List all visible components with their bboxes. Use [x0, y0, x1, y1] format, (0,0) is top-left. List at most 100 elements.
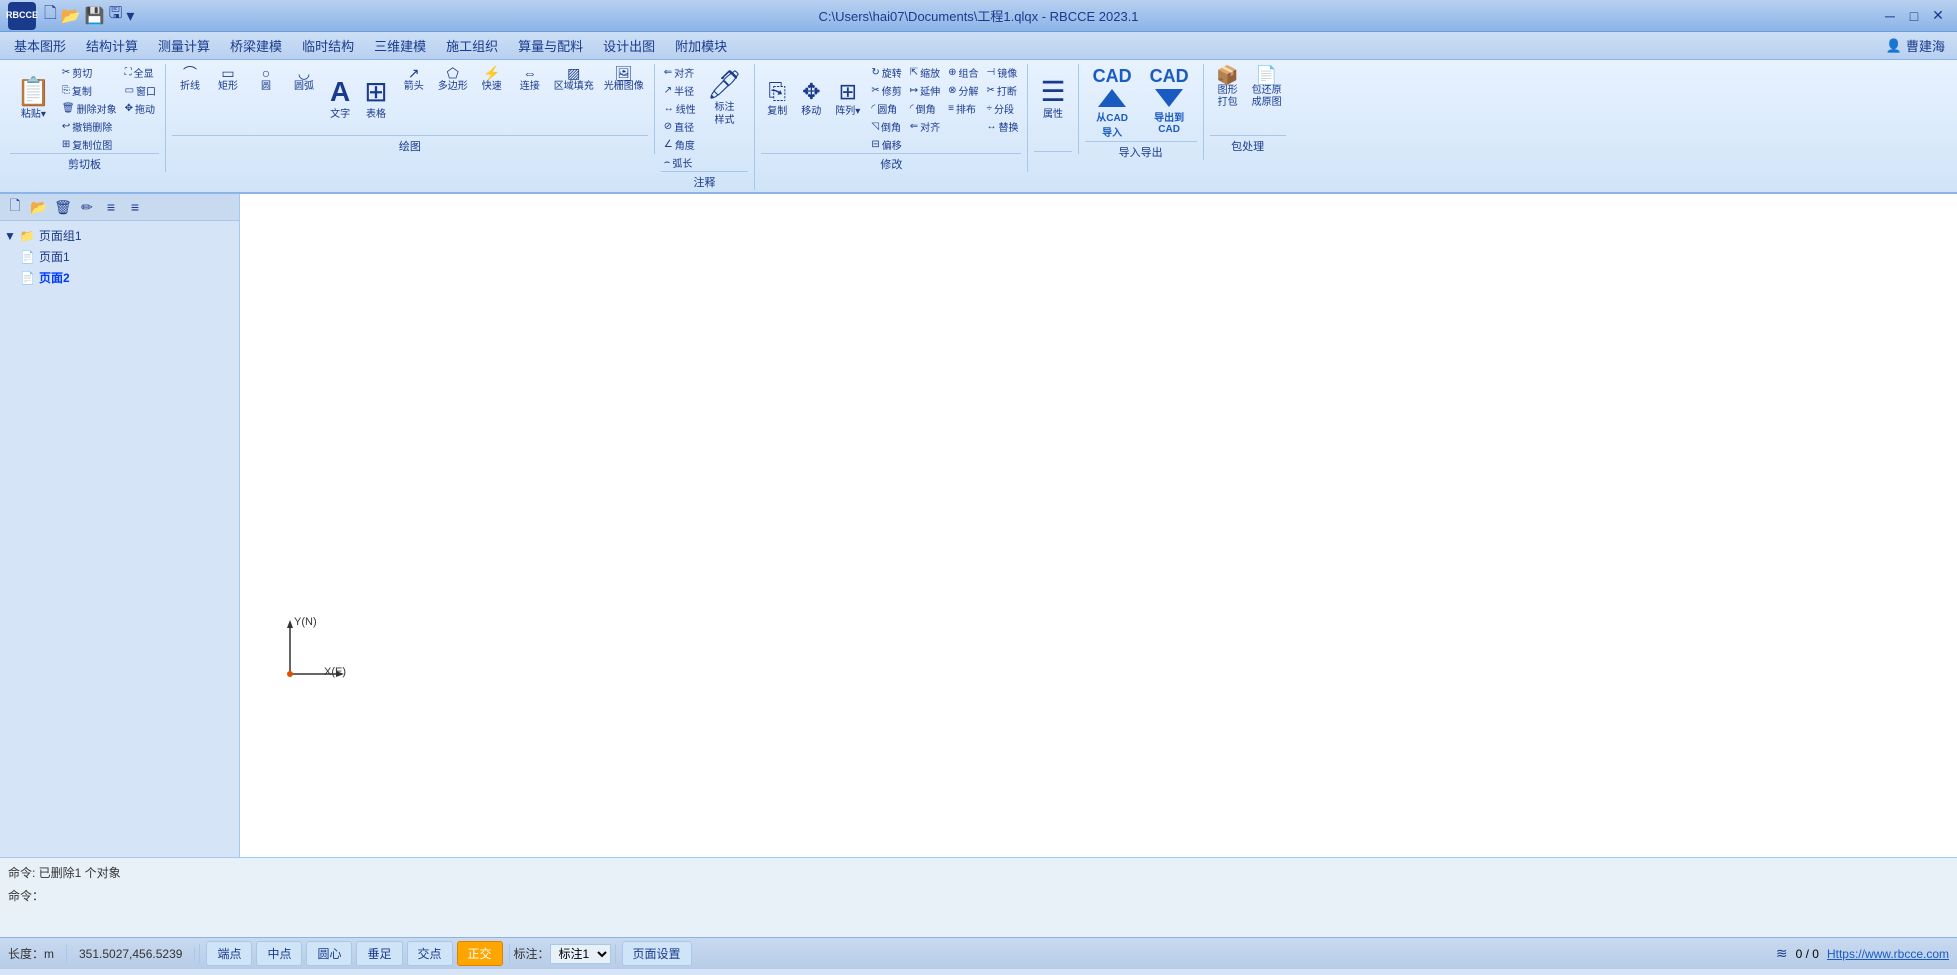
circle-button[interactable]: ○ 圆 — [248, 64, 284, 95]
new-page-btn[interactable]: 🗋 — [4, 196, 26, 218]
trim-button[interactable]: ✂ 修剪 — [868, 82, 904, 99]
canvas-area[interactable]: Y(N) X(E) — [240, 194, 1957, 857]
menu-addons[interactable]: 附加模块 — [665, 32, 737, 59]
cut-label: 剪切 — [72, 65, 92, 80]
menu-quantity[interactable]: 算量与配料 — [508, 32, 593, 59]
snap-endpoint-btn[interactable]: 端点 — [206, 941, 252, 966]
status-link[interactable]: Https://www.rbcce.com — [1827, 947, 1949, 961]
tree-root[interactable]: ▼ 📁 页面组1 — [4, 225, 235, 246]
maximize-btn[interactable]: □ — [1903, 5, 1925, 27]
indent-btn[interactable]: ≡ — [100, 196, 122, 218]
delete-obj-button[interactable]: 🗑 删除对象 — [59, 100, 120, 117]
snap-perpendicular-btn[interactable]: 垂足 — [356, 941, 402, 966]
quick-access-more[interactable]: ▾ — [126, 6, 134, 26]
save-btn[interactable]: 💾 — [85, 6, 105, 26]
decompose-button[interactable]: ⊗ 分解 — [945, 82, 981, 99]
angle-button[interactable]: ∠ 角度 — [661, 136, 699, 153]
menu-construction[interactable]: 施工组织 — [436, 32, 508, 59]
snap-intersection-btn[interactable]: 交点 — [407, 941, 453, 966]
polygon-button[interactable]: ⬠ 多边形 — [434, 64, 472, 95]
menu-struct-calc[interactable]: 结构计算 — [76, 32, 148, 59]
edit-page-btn[interactable]: ✏ — [76, 196, 98, 218]
rect-button[interactable]: ▭ 矩形 — [210, 64, 246, 95]
menu-design-output[interactable]: 设计出图 — [593, 32, 665, 59]
fillet-button[interactable]: ◜ 倒角 — [907, 100, 943, 117]
ortho-btn[interactable]: 正交 — [457, 941, 503, 966]
arc-len-button[interactable]: ⌢ 弧长 — [661, 154, 699, 171]
props-label — [1034, 151, 1071, 154]
align-annot-button[interactable]: ⇐ 对齐 — [661, 64, 699, 81]
table-button[interactable]: ⊞ 表格 — [358, 64, 393, 134]
region-fill-button[interactable]: ▨ 区域填充 — [550, 64, 598, 95]
mark-style-button[interactable]: 🖊 标注样式 — [701, 64, 749, 134]
menu-measure-calc[interactable]: 测量计算 — [148, 32, 220, 59]
extend-button[interactable]: ↦ 延伸 — [907, 82, 943, 99]
connect-button[interactable]: ⇔ 连接 — [512, 64, 548, 95]
align2-button[interactable]: ⇐ 对齐 — [907, 118, 943, 135]
tree-item-page2[interactable]: 📄 页面2 — [20, 267, 235, 288]
rotate-button[interactable]: ↻ 旋转 — [868, 64, 904, 81]
break-icon: ✂ — [986, 85, 994, 96]
pkg-button[interactable]: 📦 图形打包 — [1210, 64, 1246, 111]
page-settings-btn[interactable]: 页面设置 — [622, 941, 692, 966]
copy-mod-button[interactable]: ⎘ 复制 — [761, 64, 793, 134]
to-cad-button[interactable]: CAD 导出到CAD — [1142, 64, 1197, 137]
divide-icon: ÷ — [986, 103, 992, 114]
arrange-button[interactable]: ≡ 排布 — [945, 100, 981, 117]
menu-3d[interactable]: 三维建模 — [364, 32, 436, 59]
delete-page-btn[interactable]: 🗑 — [52, 196, 74, 218]
arrow-button[interactable]: ↗ 箭头 — [396, 64, 432, 95]
half-radius-button[interactable]: ↗ 半径 — [661, 82, 699, 99]
property-icon: ☰ — [1040, 78, 1065, 106]
paste-button[interactable]: 📋 粘贴▾ — [10, 64, 57, 134]
restore-button[interactable]: 📄 包还原成原图 — [1248, 64, 1286, 111]
save-as-btn[interactable]: 🖫 — [109, 2, 123, 29]
round-button[interactable]: ◜ 圆角 — [868, 100, 904, 117]
user-area[interactable]: 👤 曹建海 — [1886, 36, 1953, 55]
menu-basic-shapes[interactable]: 基本图形 — [4, 32, 76, 59]
main-layout: 🗋 📂 🗑 ✏ ≡ ≡ ▼ 📁 页面组1 📄 页面1 — [0, 194, 1957, 857]
arc-button[interactable]: ◡ 圆弧 — [286, 64, 322, 95]
outdent-btn[interactable]: ≡ — [124, 196, 146, 218]
window-button[interactable]: ▭ 窗口 — [122, 82, 159, 99]
from-cad-button[interactable]: CAD 从CAD导入 — [1085, 64, 1140, 141]
snap-select[interactable]: 标注1 — [550, 944, 611, 964]
open-file-btn[interactable]: 📂 — [61, 6, 81, 26]
text-button[interactable]: A 文字 — [324, 64, 356, 134]
close-btn[interactable]: ✕ — [1927, 5, 1949, 27]
undo-delete-button[interactable]: ↩ 撤销删除 — [59, 118, 120, 135]
fast-button[interactable]: ⚡ 快速 — [474, 64, 510, 95]
diameter-button[interactable]: ⊘ 直径 — [661, 118, 699, 135]
divide-button[interactable]: ÷ 分段 — [983, 100, 1021, 117]
fullscreen-label: 全显 — [134, 65, 154, 80]
snap-center-btn[interactable]: 圆心 — [306, 941, 352, 966]
property-button[interactable]: ☰ 属性 — [1034, 64, 1071, 134]
break-button[interactable]: ✂ 打断 — [983, 82, 1021, 99]
chamfer-button[interactable]: ◹ 倒角 — [868, 118, 904, 135]
mirror-button[interactable]: ⊣ 镜像 — [983, 64, 1021, 81]
tree-item-page1[interactable]: 📄 页面1 — [20, 246, 235, 267]
copy-pos-icon: ⊞ — [62, 139, 70, 150]
array-button[interactable]: ⊞ 阵列▾ — [829, 64, 866, 134]
minimize-btn[interactable]: ─ — [1879, 5, 1901, 27]
menu-bridge[interactable]: 桥梁建模 — [220, 32, 292, 59]
polyline-button[interactable]: ⌒ 折线 — [172, 64, 208, 95]
copy-pos-button[interactable]: ⊞ 复制位图 — [59, 136, 120, 153]
fullscreen-button[interactable]: ⛶ 全显 — [122, 64, 159, 81]
replace-button[interactable]: ↔ 替换 — [983, 118, 1021, 135]
open-page-btn[interactable]: 📂 — [28, 196, 50, 218]
new-file-btn[interactable]: 🗋 — [44, 2, 57, 29]
offset-button[interactable]: ⊟ 偏移 — [868, 136, 904, 153]
copy-button[interactable]: ⎘ 复制 — [59, 82, 120, 99]
scale-button[interactable]: ⇱ 缩放 — [907, 64, 943, 81]
raster-button[interactable]: 🖼 光栅图像 — [600, 64, 648, 95]
command-input[interactable] — [48, 889, 1949, 903]
snap-midpoint-btn[interactable]: 中点 — [256, 941, 302, 966]
align2-label: 对齐 — [920, 119, 940, 134]
move-button[interactable]: ✥ 移动 — [795, 64, 827, 134]
menu-temp-struct[interactable]: 临时结构 — [292, 32, 364, 59]
cut-button[interactable]: ✂ 剪切 — [59, 64, 120, 81]
linear-button[interactable]: ↔ 线性 — [661, 100, 699, 117]
drag-button[interactable]: ✥ 拖动 — [122, 100, 159, 117]
combo-button[interactable]: ⊕ 组合 — [945, 64, 981, 81]
